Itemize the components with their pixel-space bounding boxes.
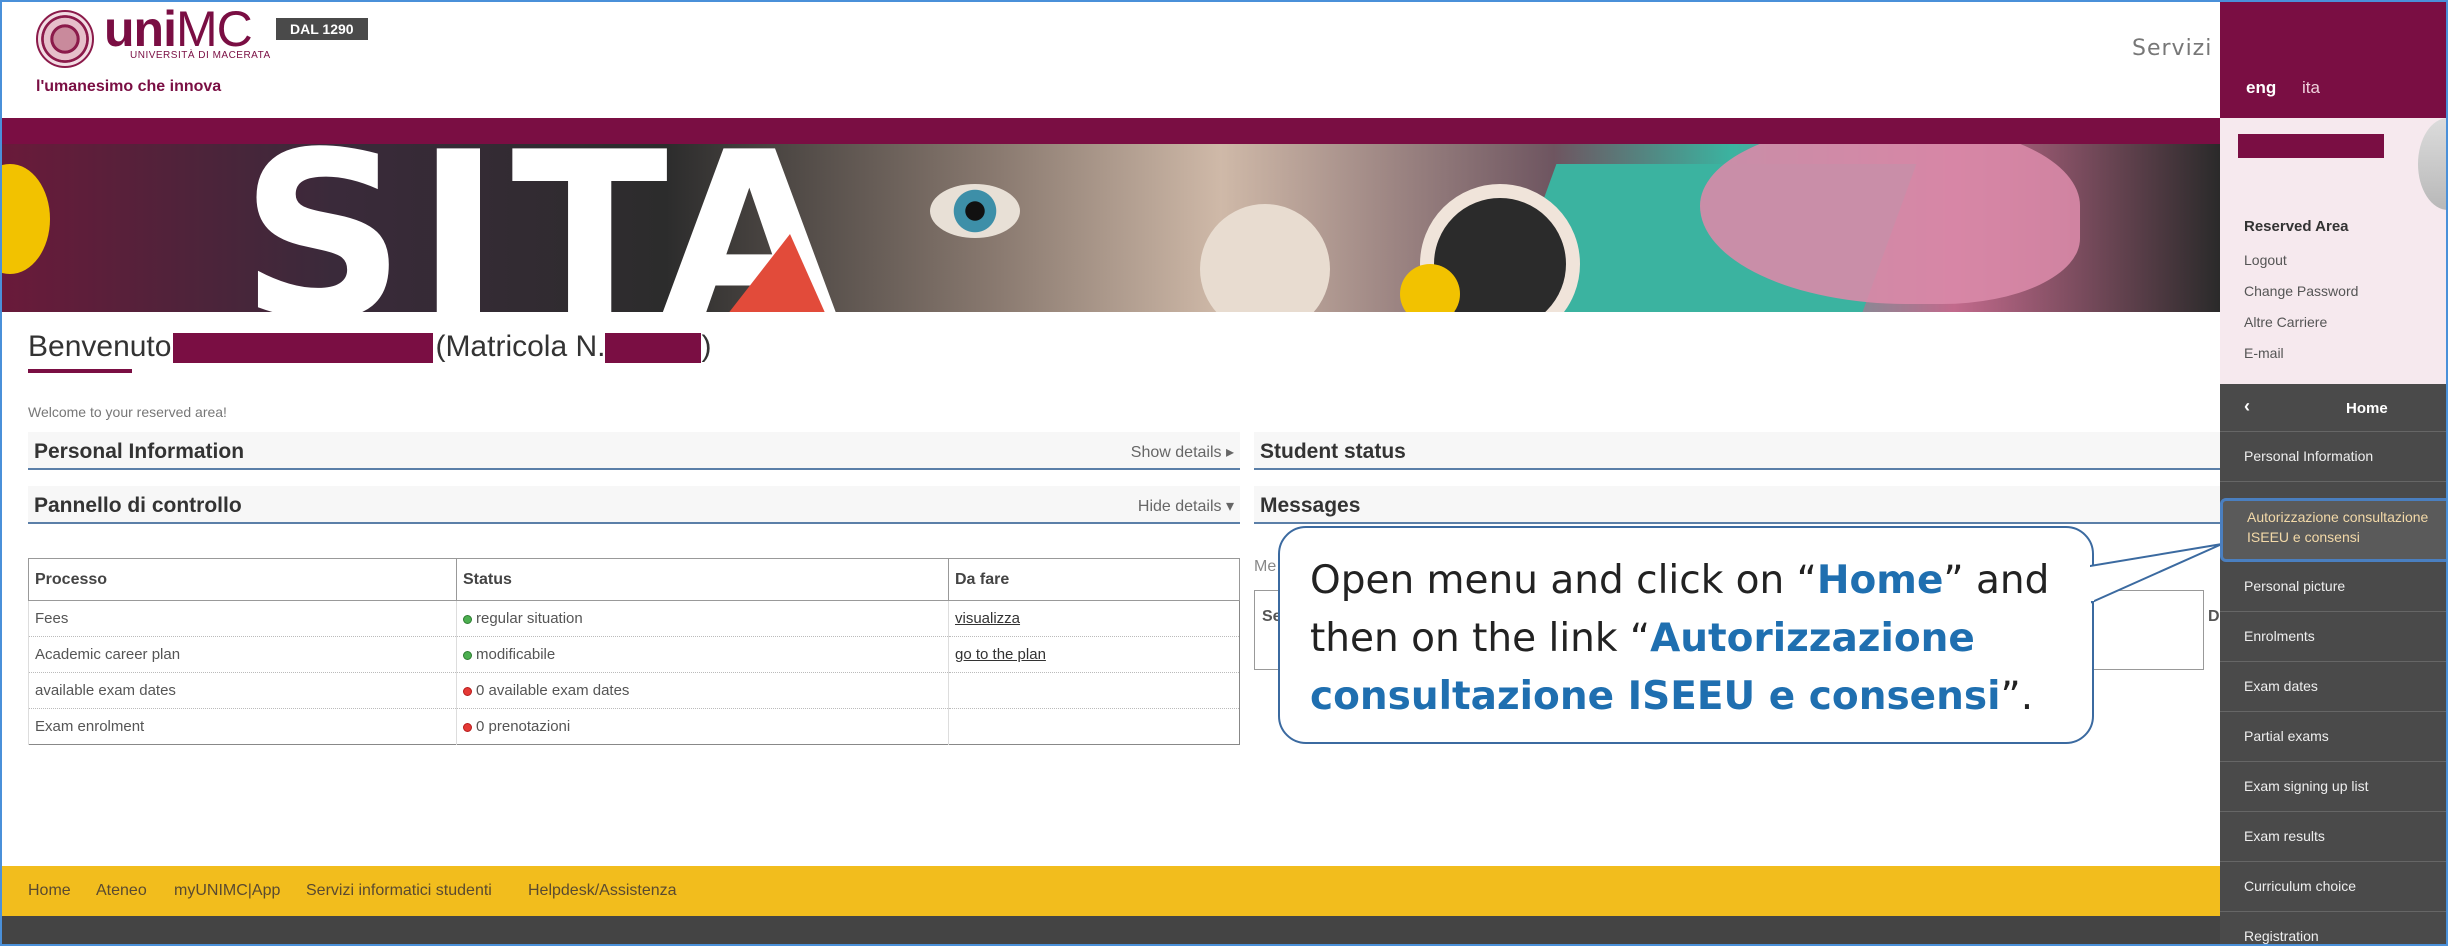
- side-menu-panel: eng ita Reserved Area Logout Change Pass…: [2220, 0, 2448, 946]
- hide-details-toggle[interactable]: Hide details ▾: [1138, 496, 1234, 516]
- dal-1290-badge: DAL 1290: [276, 18, 368, 40]
- action-cell: [948, 708, 1240, 745]
- menu-item-curriculum-choice[interactable]: Curriculum choice: [2220, 862, 2448, 912]
- status-cell: modificabile: [456, 636, 949, 673]
- status-green-icon: [463, 650, 472, 660]
- process-cell: Academic career plan: [28, 636, 457, 673]
- go-to-plan-link[interactable]: go to the plan: [955, 646, 1046, 663]
- section-title: Personal Information: [34, 440, 245, 463]
- logo-subtitle: UNIVERSITÀ DI MACERATA: [130, 50, 271, 61]
- action-cell: visualizza: [948, 600, 1240, 637]
- hero-banner-image: SITÀ: [0, 144, 2220, 312]
- menu-home-header[interactable]: ‹ Home: [2220, 384, 2448, 432]
- menu-item-exam-signing-up-list[interactable]: Exam signing up list: [2220, 762, 2448, 812]
- messages-label-fragment: Me: [1254, 558, 1277, 575]
- table-row: available exam dates 0 available exam da…: [28, 672, 1240, 709]
- chevron-right-icon: ▸: [1225, 444, 1234, 461]
- process-cell: available exam dates: [28, 672, 457, 709]
- header-divider-bar: [0, 118, 2220, 144]
- menu-home-label: Home: [2346, 400, 2388, 417]
- status-cell: 0 available exam dates: [456, 672, 949, 709]
- email-link[interactable]: E-mail: [2244, 345, 2284, 361]
- show-details-toggle[interactable]: Show details ▸: [1131, 442, 1234, 462]
- section-title: Messages: [1260, 494, 1361, 517]
- visualizza-link[interactable]: visualizza: [955, 610, 1020, 627]
- messages-section: Messages: [1254, 486, 2220, 524]
- footer-bottom-bar: [0, 916, 2220, 946]
- site-header: uniMC UNIVERSITÀ DI MACERATA l'umanesimo…: [0, 0, 2234, 118]
- process-cell: Fees: [28, 600, 457, 637]
- menu-item-exam-dates[interactable]: Exam dates: [2220, 662, 2448, 712]
- user-avatar[interactable]: [2418, 118, 2448, 210]
- welcome-underline: [28, 369, 132, 373]
- side-navigation-menu: ‹ Home Personal Information Autorizzazio…: [2220, 384, 2448, 946]
- redacted-name: [173, 333, 434, 364]
- pannello-di-controllo-section: Pannello di controllo Hide details ▾: [28, 486, 1240, 524]
- chevron-down-icon: ▾: [1225, 498, 1234, 515]
- table-row: Academic career plan modificabile go to …: [28, 636, 1240, 673]
- process-cell: Exam enrolment: [28, 708, 457, 745]
- menu-item-autorizzazione-iseeu[interactable]: Autorizzazione consultazione ISEEU e con…: [2220, 498, 2448, 562]
- footer-bar: Home Ateneo myUNIMC|App Servizi informat…: [0, 866, 2220, 916]
- status-red-icon: [463, 722, 472, 732]
- footer-link-helpdesk[interactable]: Helpdesk/Assistenza: [528, 882, 677, 900]
- table-header-row: Processo Status Da fare: [28, 558, 1240, 601]
- eye-graphic: [930, 184, 1020, 238]
- chevron-left-icon[interactable]: ‹: [2244, 396, 2250, 417]
- reserved-area-title: Reserved Area: [2244, 218, 2349, 235]
- side-panel-header: eng ita: [2220, 0, 2448, 118]
- menu-item-personal-information[interactable]: Personal Information: [2220, 432, 2448, 482]
- student-status-section: Student status: [1254, 432, 2220, 470]
- column-header: Da fare: [948, 558, 1240, 601]
- language-ita-link[interactable]: ita: [2302, 78, 2320, 98]
- change-password-link[interactable]: Change Password: [2244, 283, 2358, 299]
- callout-home-highlight: Home: [1816, 558, 1944, 603]
- footer-link-home[interactable]: Home: [28, 882, 71, 900]
- redacted-user-name: [2238, 134, 2384, 158]
- action-cell: [948, 672, 1240, 709]
- process-table: Processo Status Da fare Fees regular sit…: [28, 558, 1240, 745]
- welcome-subtitle: Welcome to your reserved area!: [28, 404, 227, 420]
- menu-item-exam-results[interactable]: Exam results: [2220, 812, 2448, 862]
- altre-carriere-link[interactable]: Altre Carriere: [2244, 314, 2327, 330]
- footer-link-ateneo[interactable]: Ateneo: [96, 882, 147, 900]
- action-cell: go to the plan: [948, 636, 1240, 673]
- instruction-callout: Open menu and click on “Home” and then o…: [1278, 526, 2094, 744]
- callout-text: Open menu and click on “Home” and then o…: [1310, 558, 2050, 719]
- table-row: Fees regular situation visualizza: [28, 600, 1240, 637]
- university-seal-icon[interactable]: [36, 10, 94, 68]
- logout-link[interactable]: Logout: [2244, 252, 2287, 268]
- personal-information-section: Personal Information Show details ▸: [28, 432, 1240, 470]
- menu-item-enrolments[interactable]: Enrolments: [2220, 612, 2448, 662]
- unimc-logo[interactable]: uniMC: [104, 4, 253, 54]
- status-green-icon: [463, 614, 472, 624]
- section-title: Student status: [1260, 440, 1406, 463]
- column-header: Processo: [28, 558, 457, 601]
- logo-motto: l'umanesimo che innova: [36, 78, 222, 95]
- table-row: Exam enrolment 0 prenotazioni: [28, 708, 1240, 745]
- menu-item-partial-exams[interactable]: Partial exams: [2220, 712, 2448, 762]
- menu-item-personal-picture[interactable]: Personal picture: [2220, 562, 2448, 612]
- footer-link-servizi-informatici[interactable]: Servizi informatici studenti: [306, 882, 492, 900]
- footer-link-myunimc-app[interactable]: myUNIMC|App: [174, 882, 280, 900]
- status-cell: 0 prenotazioni: [456, 708, 949, 745]
- redacted-matricola: [605, 333, 702, 364]
- menu-item-registration[interactable]: Registration: [2220, 912, 2448, 946]
- status-red-icon: [463, 686, 472, 696]
- status-cell: regular situation: [456, 600, 949, 637]
- column-header: Status: [456, 558, 949, 601]
- language-eng-link[interactable]: eng: [2246, 78, 2276, 98]
- section-title: Pannello di controllo: [34, 494, 242, 517]
- welcome-heading: Benvenuto (Matricola N.): [28, 330, 712, 364]
- callout-pointer-icon: [2090, 543, 2223, 604]
